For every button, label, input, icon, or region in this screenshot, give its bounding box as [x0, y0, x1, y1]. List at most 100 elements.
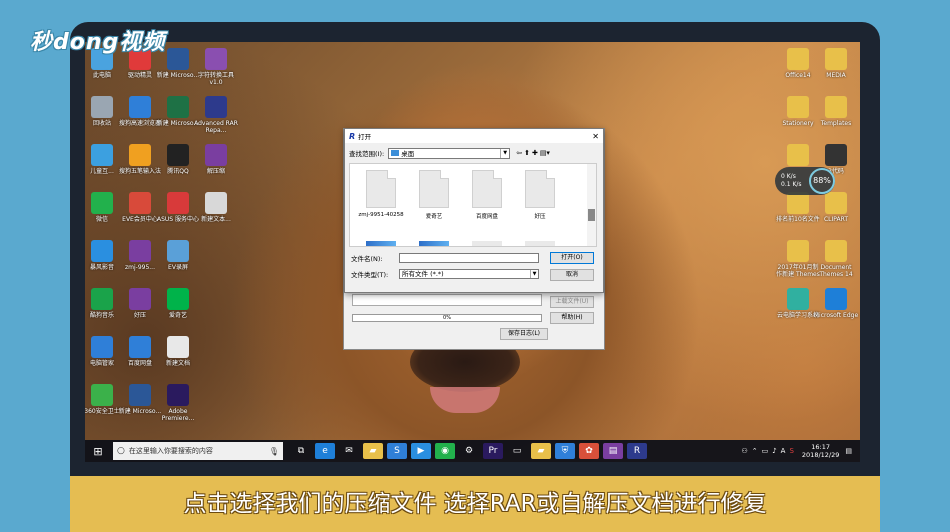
desktop-icon[interactable]: MEDIA: [813, 48, 859, 79]
save-log-button[interactable]: 保存日志(L): [500, 328, 548, 340]
taskbar-search-box[interactable]: ○ 在这里输入你要搜索的内容 🎙: [113, 442, 283, 460]
rar-file-icon: [129, 240, 151, 262]
desktop-icon-label: CLIPART: [823, 216, 849, 223]
rar-file-icon[interactable]: [366, 241, 396, 246]
desktop-icon-label: 字符转换工具v1.0: [197, 72, 234, 86]
windows-start-icon[interactable]: ⊞: [85, 440, 111, 462]
file-item[interactable]: 好压: [515, 170, 565, 220]
people-icon[interactable]: ⚇: [741, 447, 747, 455]
desktop-icon-label: MEDIA: [826, 72, 846, 79]
file-list-scrollbar[interactable]: [587, 164, 596, 246]
filetype-label: 文件类型(T):: [351, 271, 389, 279]
folder-icon[interactable]: ▰: [531, 443, 551, 459]
filetype-row: 文件类型(T): 所有文件 (*.*) ▼: [351, 269, 539, 279]
desktop-icon[interactable]: [193, 240, 239, 264]
file-name: 好压: [534, 214, 546, 220]
task-view-icon[interactable]: ⧉: [291, 443, 311, 459]
desktop-icon-label: Templates: [820, 120, 852, 127]
filetype-select[interactable]: 所有文件 (*.*) ▼: [399, 269, 539, 279]
mail-icon[interactable]: ✉: [339, 443, 359, 459]
look-in-label: 查找范围(I):: [349, 150, 385, 158]
word-doc-icon: [129, 384, 151, 406]
desktop-icon[interactable]: CLIPART: [813, 192, 859, 223]
video-subtitle: 点击选择我们的压缩文件 选择RAR或自解压文档进行修复: [70, 476, 880, 532]
upload-file-button[interactable]: 上载文件(U): [550, 296, 594, 308]
blank-icon: [205, 336, 227, 358]
volume-icon[interactable]: ♪: [772, 447, 776, 455]
file-item[interactable]: zmj-9951-40258: [356, 170, 406, 218]
filename-label: 文件名(N):: [351, 255, 383, 263]
wechat-icon[interactable]: ◉: [435, 443, 455, 459]
rar-file-icon[interactable]: [419, 241, 449, 246]
file-item[interactable]: 百度网盘: [462, 170, 512, 220]
word-icon: [167, 48, 189, 70]
chevron-down-icon[interactable]: ▼: [530, 270, 538, 278]
open-button[interactable]: 打开(O): [550, 252, 594, 264]
excel-icon: [167, 96, 189, 118]
scrollbar-thumb[interactable]: [588, 209, 595, 221]
shield-icon[interactable]: ⛨: [555, 443, 575, 459]
repair-progress-bar: 0%: [352, 314, 542, 322]
chevron-down-icon[interactable]: ▼: [500, 148, 509, 158]
sogou-ime-icon[interactable]: S: [789, 447, 793, 455]
premiere-icon[interactable]: Pr: [483, 443, 503, 459]
microphone-icon[interactable]: 🎙: [269, 447, 279, 456]
new-folder-icon[interactable]: ✚: [532, 149, 538, 157]
network-rates: 0 K/s 0.1 K/s: [781, 173, 802, 188]
system-tray: ⚇ ⌃ ▭ ♪ A S 16:17 2018/12/29 ▤: [739, 443, 860, 459]
file-icon[interactable]: [472, 241, 502, 246]
look-in-row: 查找范围(I): 桌面 ▼ ⇦ ⬆ ✚ ▤▾: [345, 145, 603, 161]
network-speed-widget[interactable]: 0 K/s 0.1 K/s 88%: [775, 167, 835, 195]
desktop-icon[interactable]: [193, 288, 239, 312]
help-button[interactable]: 帮助(H): [550, 312, 594, 324]
file-list-pane[interactable]: zmj-9951-40258 爱奇艺 百度网盘 好压: [349, 163, 597, 247]
home-icon: [167, 192, 189, 214]
gear-icon[interactable]: ⚙: [459, 443, 479, 459]
desktop-icon[interactable]: Templates: [813, 96, 859, 127]
doc-icon: [167, 336, 189, 358]
filename-input[interactable]: [399, 253, 539, 263]
rar-repair-icon[interactable]: R: [627, 443, 647, 459]
chevron-up-icon[interactable]: ⌃: [752, 447, 758, 455]
file-name: 百度网盘: [475, 214, 498, 220]
flower-icon[interactable]: ✿: [579, 443, 599, 459]
kugou-icon: [91, 288, 113, 310]
tablet-icon[interactable]: ▭: [507, 443, 527, 459]
desktop-icon-label: EV录屏: [168, 264, 188, 271]
desktop-icon[interactable]: [193, 336, 239, 360]
desktop-icon[interactable]: Document Themes 14: [813, 240, 859, 278]
file-icon[interactable]: [525, 241, 555, 246]
winrar-icon[interactable]: ▤: [603, 443, 623, 459]
network-icon[interactable]: ▭: [762, 447, 769, 455]
file-name: zmj-9951-40258: [358, 212, 404, 218]
repair-log-field[interactable]: [352, 294, 542, 306]
open-file-dialog: R 打开 ✕ 查找范围(I): 桌面 ▼ ⇦ ⬆ ✚ ▤▾ zmj-9951-4…: [344, 128, 604, 293]
sogou-browser-icon[interactable]: S: [387, 443, 407, 459]
blank-icon: [205, 288, 227, 310]
close-icon[interactable]: ✕: [592, 132, 599, 141]
folder-icon: [825, 48, 847, 70]
desktop-icon[interactable]: 解压缩: [193, 144, 239, 175]
desktop-icon[interactable]: 新建文本...: [193, 192, 239, 223]
player-icon[interactable]: ▶: [411, 443, 431, 459]
desktop-icon[interactable]: Advanced RAR Repa...: [193, 96, 239, 134]
desktop-icon[interactable]: Microsoft Edge: [813, 288, 859, 319]
edge-icon[interactable]: e: [315, 443, 335, 459]
dialog-title: 打开: [358, 133, 372, 141]
file-item[interactable]: 爱奇艺: [409, 170, 459, 220]
rar-repair-icon: [205, 96, 227, 118]
view-menu-icon[interactable]: ▤▾: [540, 149, 550, 157]
back-icon[interactable]: ⇦: [516, 149, 522, 157]
desktop-icon[interactable]: Adobe Premiere...: [155, 384, 201, 422]
rar-repair-icon: R: [349, 131, 356, 141]
file-explorer-icon[interactable]: ▰: [363, 443, 383, 459]
filename-row: 文件名(N):: [351, 253, 539, 263]
look-in-select[interactable]: 桌面 ▼: [388, 147, 511, 159]
rar-icon: [205, 48, 227, 70]
clock[interactable]: 16:17 2018/12/29: [802, 443, 839, 459]
up-folder-icon[interactable]: ⬆: [524, 149, 530, 157]
notification-icon[interactable]: ▤: [845, 447, 852, 455]
desktop-icon[interactable]: 字符转换工具v1.0: [193, 48, 239, 86]
cancel-button[interactable]: 取消: [550, 269, 594, 281]
ime-indicator[interactable]: A: [781, 447, 786, 455]
